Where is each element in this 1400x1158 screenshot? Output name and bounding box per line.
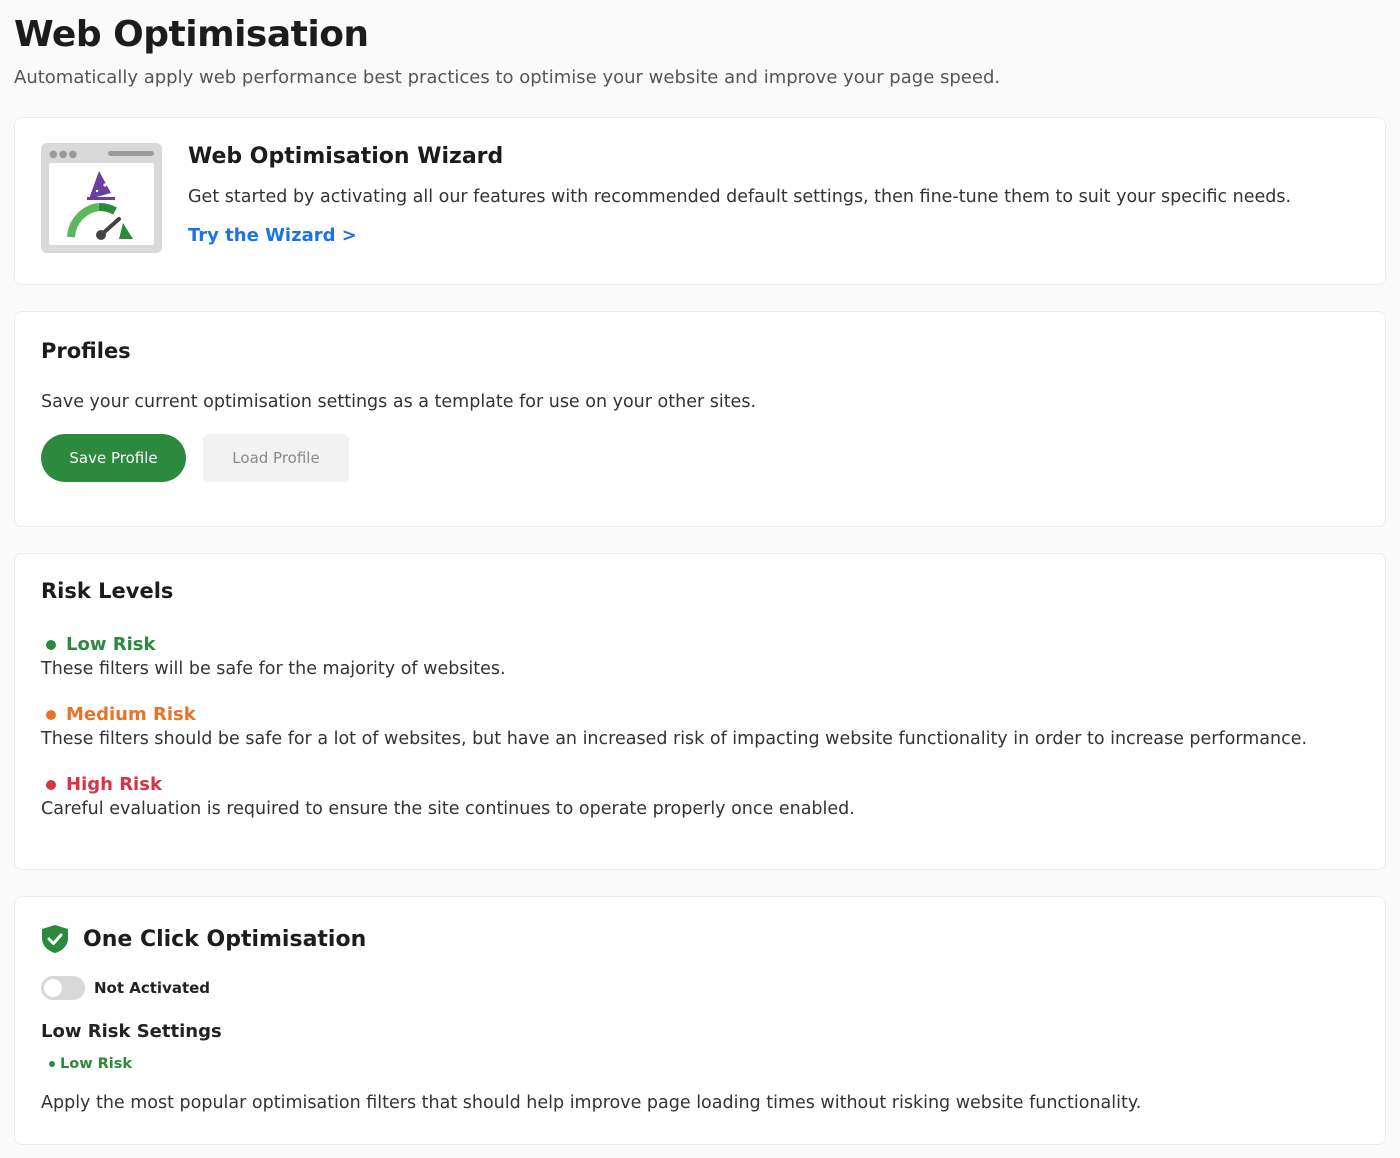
risk-levels-heading: Risk Levels xyxy=(41,579,174,603)
risk-levels-card: Risk Levels Low Risk These filters will … xyxy=(14,553,1386,870)
activation-toggle[interactable] xyxy=(41,976,85,1000)
risk-description: These filters should be safe for a lot o… xyxy=(41,729,1308,749)
risk-description: These filters will be safe for the major… xyxy=(41,659,506,679)
risk-label-text: Low Risk xyxy=(66,634,156,655)
profiles-description: Save your current optimisation settings … xyxy=(41,392,757,412)
green-dot-icon xyxy=(49,1061,55,1067)
speedometer-wizard-icon xyxy=(67,171,133,240)
risk-label-text: High Risk xyxy=(66,774,162,795)
settings-badge-text: Low Risk xyxy=(60,1056,133,1072)
risk-item-medium: Medium Risk These filters should be safe… xyxy=(41,704,1307,749)
load-profile-button[interactable]: Load Profile xyxy=(203,434,349,482)
profiles-heading: Profiles xyxy=(41,339,131,363)
settings-risk-badge: Low Risk xyxy=(49,1056,132,1072)
settings-title: Low Risk Settings xyxy=(41,1021,222,1042)
try-wizard-link[interactable]: Try the Wizard > xyxy=(188,225,357,246)
risk-description: Careful evaluation is required to ensure… xyxy=(41,799,855,819)
one-click-title: One Click Optimisation xyxy=(83,926,367,952)
wizard-description: Get started by activating all our featur… xyxy=(188,187,1292,207)
risk-label-low: Low Risk xyxy=(41,634,506,655)
wizard-card: ●●● Web Optimisation Wizard Get started … xyxy=(14,117,1386,285)
risk-item-high: High Risk Careful evaluation is required… xyxy=(41,774,855,819)
toggle-knob xyxy=(44,979,62,997)
one-click-card: One Click Optimisation Not Activated Low… xyxy=(14,896,1386,1145)
risk-label-high: High Risk xyxy=(41,774,855,795)
wizard-title: Web Optimisation Wizard xyxy=(188,144,504,169)
toggle-status-label: Not Activated xyxy=(94,979,211,997)
save-profile-button[interactable]: Save Profile xyxy=(41,434,186,482)
orange-dot-icon xyxy=(46,709,56,720)
risk-label-medium: Medium Risk xyxy=(41,704,1307,725)
page-header: Web Optimisation Automatically apply web… xyxy=(14,14,1000,88)
shield-check-icon xyxy=(42,925,68,953)
risk-label-text: Medium Risk xyxy=(66,704,196,725)
page-title: Web Optimisation xyxy=(14,14,369,55)
red-dot-icon xyxy=(46,779,56,790)
wizard-text: Web Optimisation Wizard Get started by a… xyxy=(188,144,1291,246)
risk-item-low: Low Risk These filters will be safe for … xyxy=(41,634,506,679)
wizard-illustration-icon: ●●● xyxy=(41,143,162,253)
green-dot-icon xyxy=(46,639,56,650)
settings-description: Apply the most popular optimisation filt… xyxy=(41,1093,1142,1113)
activation-toggle-row: Not Activated xyxy=(41,976,210,1000)
profiles-card: Profiles Save your current optimisation … xyxy=(14,311,1386,527)
page-subtitle: Automatically apply web performance best… xyxy=(14,67,1001,88)
one-click-header: One Click Optimisation xyxy=(41,924,366,954)
